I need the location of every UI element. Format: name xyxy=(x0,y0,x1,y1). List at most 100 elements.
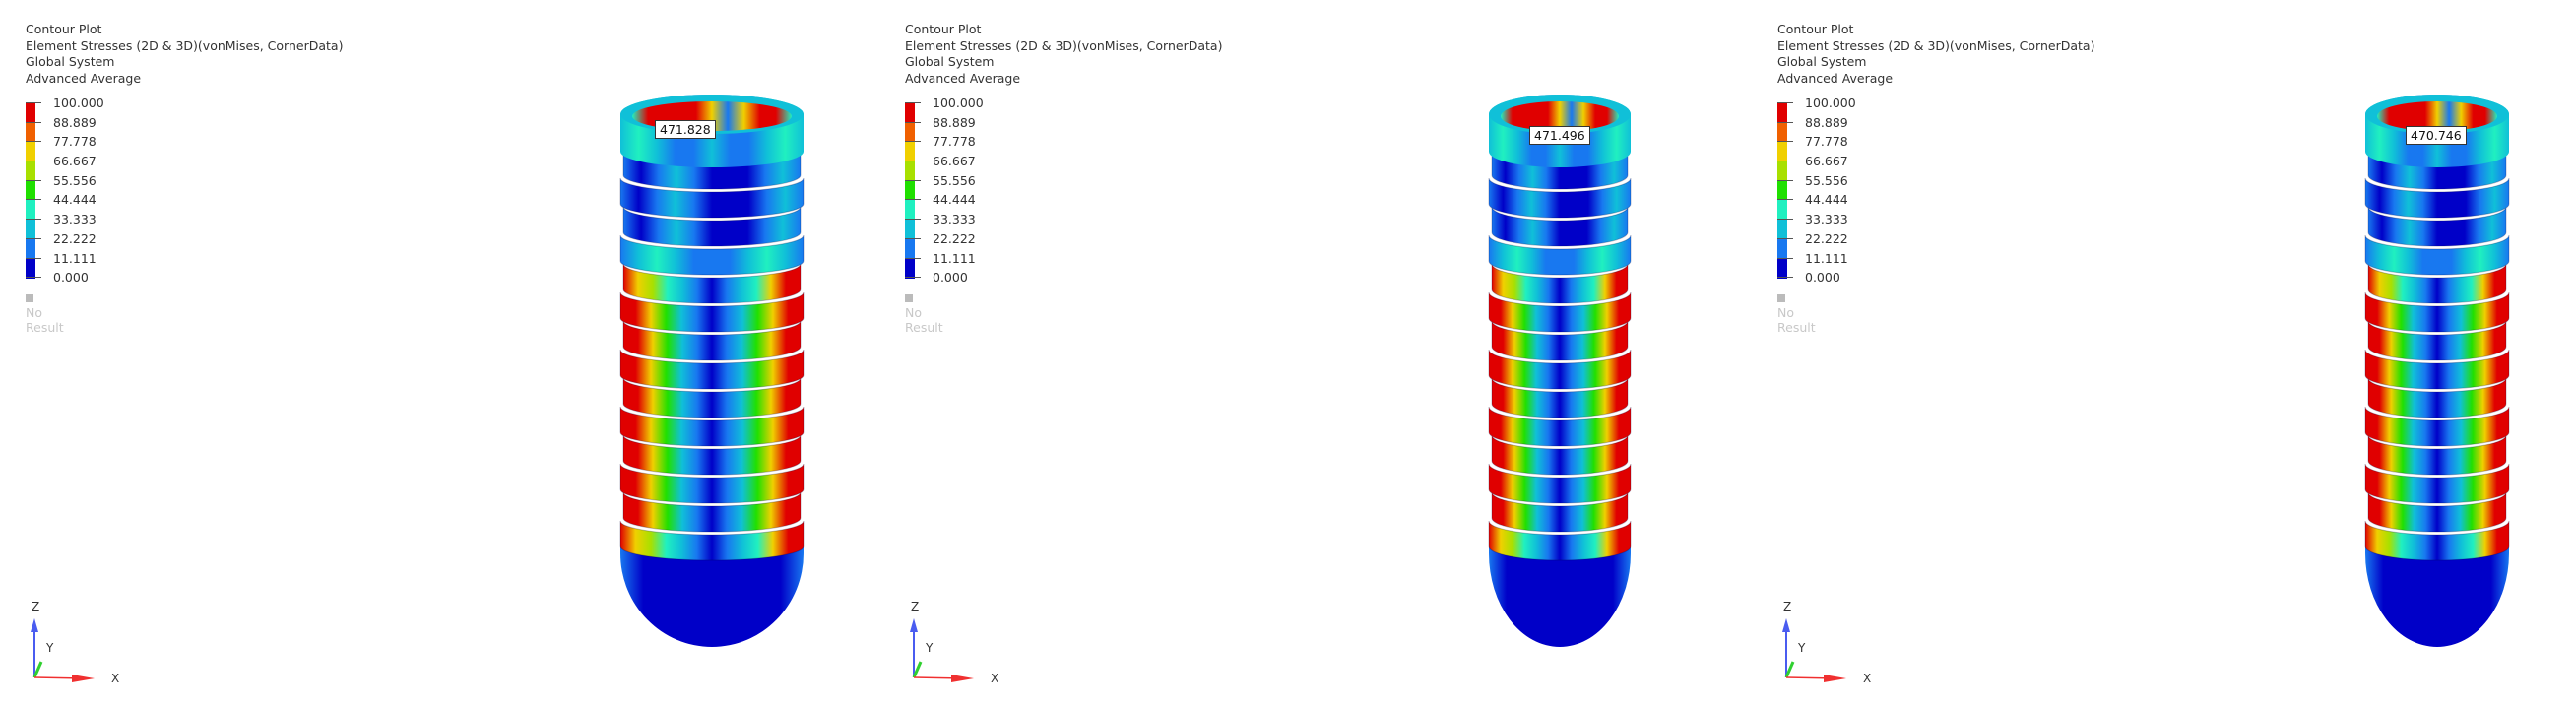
legend-value: 33.333 xyxy=(933,212,976,227)
legend-tick xyxy=(905,219,921,221)
legend-value: 100.000 xyxy=(53,96,104,110)
legend-color-swatch xyxy=(1777,238,1787,259)
legend-tick xyxy=(1777,257,1793,259)
legend-value: 66.667 xyxy=(933,154,976,169)
legend-color-swatch xyxy=(1777,161,1787,182)
legend-tick xyxy=(1777,277,1793,279)
implant-stress-model[interactable] xyxy=(618,91,805,652)
legend-value: 55.556 xyxy=(1805,172,1848,188)
legend-color-swatch xyxy=(1777,122,1787,143)
x-axis-label: X xyxy=(111,672,119,685)
legend-no-result: No Result xyxy=(26,290,64,335)
plot-title: Contour Plot xyxy=(26,22,102,36)
implant-stress-model[interactable] xyxy=(1487,91,1633,652)
legend-tick xyxy=(1777,199,1793,201)
legend-value: 11.111 xyxy=(933,250,976,266)
implant-stress-model[interactable] xyxy=(2363,91,2511,652)
legend-tick xyxy=(26,141,41,143)
legend-tick xyxy=(1777,141,1793,143)
no-result-swatch xyxy=(1777,294,1785,302)
axis-triad: Z Y X xyxy=(910,600,998,685)
x-axis-label: X xyxy=(1863,672,1871,685)
legend-color-swatch xyxy=(26,238,35,259)
legend-color-swatch xyxy=(905,238,915,259)
legend-value: 44.444 xyxy=(53,192,97,208)
result-type: Element Stresses (2D & 3D)(vonMises, Cor… xyxy=(905,37,1223,53)
result-type: Element Stresses (2D & 3D)(vonMises, Cor… xyxy=(1777,37,2095,53)
legend-color-swatch xyxy=(1777,180,1787,201)
z-axis-label: Z xyxy=(1783,600,1791,613)
z-arrow-icon xyxy=(31,618,38,632)
legend-tick xyxy=(26,179,41,181)
coordinate-system: Global System xyxy=(26,54,115,69)
legend-color-swatch xyxy=(905,220,915,240)
legend-color-swatch xyxy=(905,142,915,162)
y-axis-label: Y xyxy=(45,641,54,655)
legend-value: 44.444 xyxy=(933,192,976,208)
legend-tick xyxy=(1777,121,1793,123)
legend-value: 0.000 xyxy=(933,270,968,286)
legend-value: 88.889 xyxy=(53,114,97,130)
legend-color-swatch xyxy=(1777,103,1787,123)
legend-tick xyxy=(905,141,921,143)
legend-value: 44.444 xyxy=(1805,192,1848,208)
legend-value: 77.778 xyxy=(933,134,976,150)
legend-tick xyxy=(1777,219,1793,221)
legend-tick xyxy=(26,257,41,259)
y-axis-label: Y xyxy=(925,641,934,655)
legend-value: 22.222 xyxy=(933,230,976,246)
legend-tick xyxy=(905,121,921,123)
y-axis-label: Y xyxy=(1797,641,1806,655)
legend-tick xyxy=(1777,102,1793,103)
legend-tick xyxy=(26,199,41,201)
legend-color-swatch xyxy=(26,122,35,143)
legend-tick xyxy=(26,121,41,123)
legend-value: 55.556 xyxy=(933,172,976,188)
legend-value: 100.000 xyxy=(933,96,984,110)
legend-value: 11.111 xyxy=(53,250,97,266)
no-result-swatch xyxy=(26,294,33,302)
z-axis-label: Z xyxy=(32,600,39,613)
z-axis-label: Z xyxy=(911,600,919,613)
legend-tick xyxy=(905,102,921,103)
legend-no-result: No Result xyxy=(1777,290,1816,335)
coordinate-system: Global System xyxy=(905,54,995,69)
legend-tick xyxy=(905,257,921,259)
legend-color-swatch xyxy=(26,220,35,240)
axis-triad: Z Y X xyxy=(1782,600,1871,685)
legend-color-swatch xyxy=(26,200,35,221)
legend-color-swatch xyxy=(26,103,35,123)
legend-tick xyxy=(905,237,921,239)
legend-tick xyxy=(1777,237,1793,239)
x-axis-label: X xyxy=(991,672,998,685)
plot-header: Contour Plot Element Stresses (2D & 3D)(… xyxy=(1777,22,2094,87)
z-arrow-icon xyxy=(1782,618,1790,632)
coordinate-system: Global System xyxy=(1777,54,1867,69)
legend-color-swatch xyxy=(905,122,915,143)
max-stress-label: 471.828 xyxy=(655,120,716,139)
legend-value: 33.333 xyxy=(53,212,97,227)
legend-value: 66.667 xyxy=(1805,154,1848,169)
plot-title: Contour Plot xyxy=(905,22,982,36)
legend-color-swatch xyxy=(905,103,915,123)
legend-color-swatch xyxy=(1777,142,1787,162)
y-axis-icon xyxy=(912,661,923,678)
legend-value: 100.000 xyxy=(1805,96,1856,110)
legend-color-swatch xyxy=(905,258,915,279)
legend-color-swatch xyxy=(1777,220,1787,240)
plot-title: Contour Plot xyxy=(1777,22,1854,36)
legend-value: 55.556 xyxy=(53,172,97,188)
legend-value: 88.889 xyxy=(1805,114,1848,130)
x-arrow-icon xyxy=(1824,675,1846,682)
no-result-label: No Result xyxy=(905,305,943,335)
legend-tick xyxy=(1777,179,1793,181)
legend-value: 22.222 xyxy=(53,230,97,246)
legend-value: 11.111 xyxy=(1805,250,1848,266)
legend-tick xyxy=(26,219,41,221)
legend-color-swatch xyxy=(905,200,915,221)
legend-value: 77.778 xyxy=(53,134,97,150)
legend-value: 88.889 xyxy=(933,114,976,130)
legend-color-swatch xyxy=(26,258,35,279)
z-arrow-icon xyxy=(910,618,918,632)
plot-header: Contour Plot Element Stresses (2D & 3D)(… xyxy=(26,22,343,87)
